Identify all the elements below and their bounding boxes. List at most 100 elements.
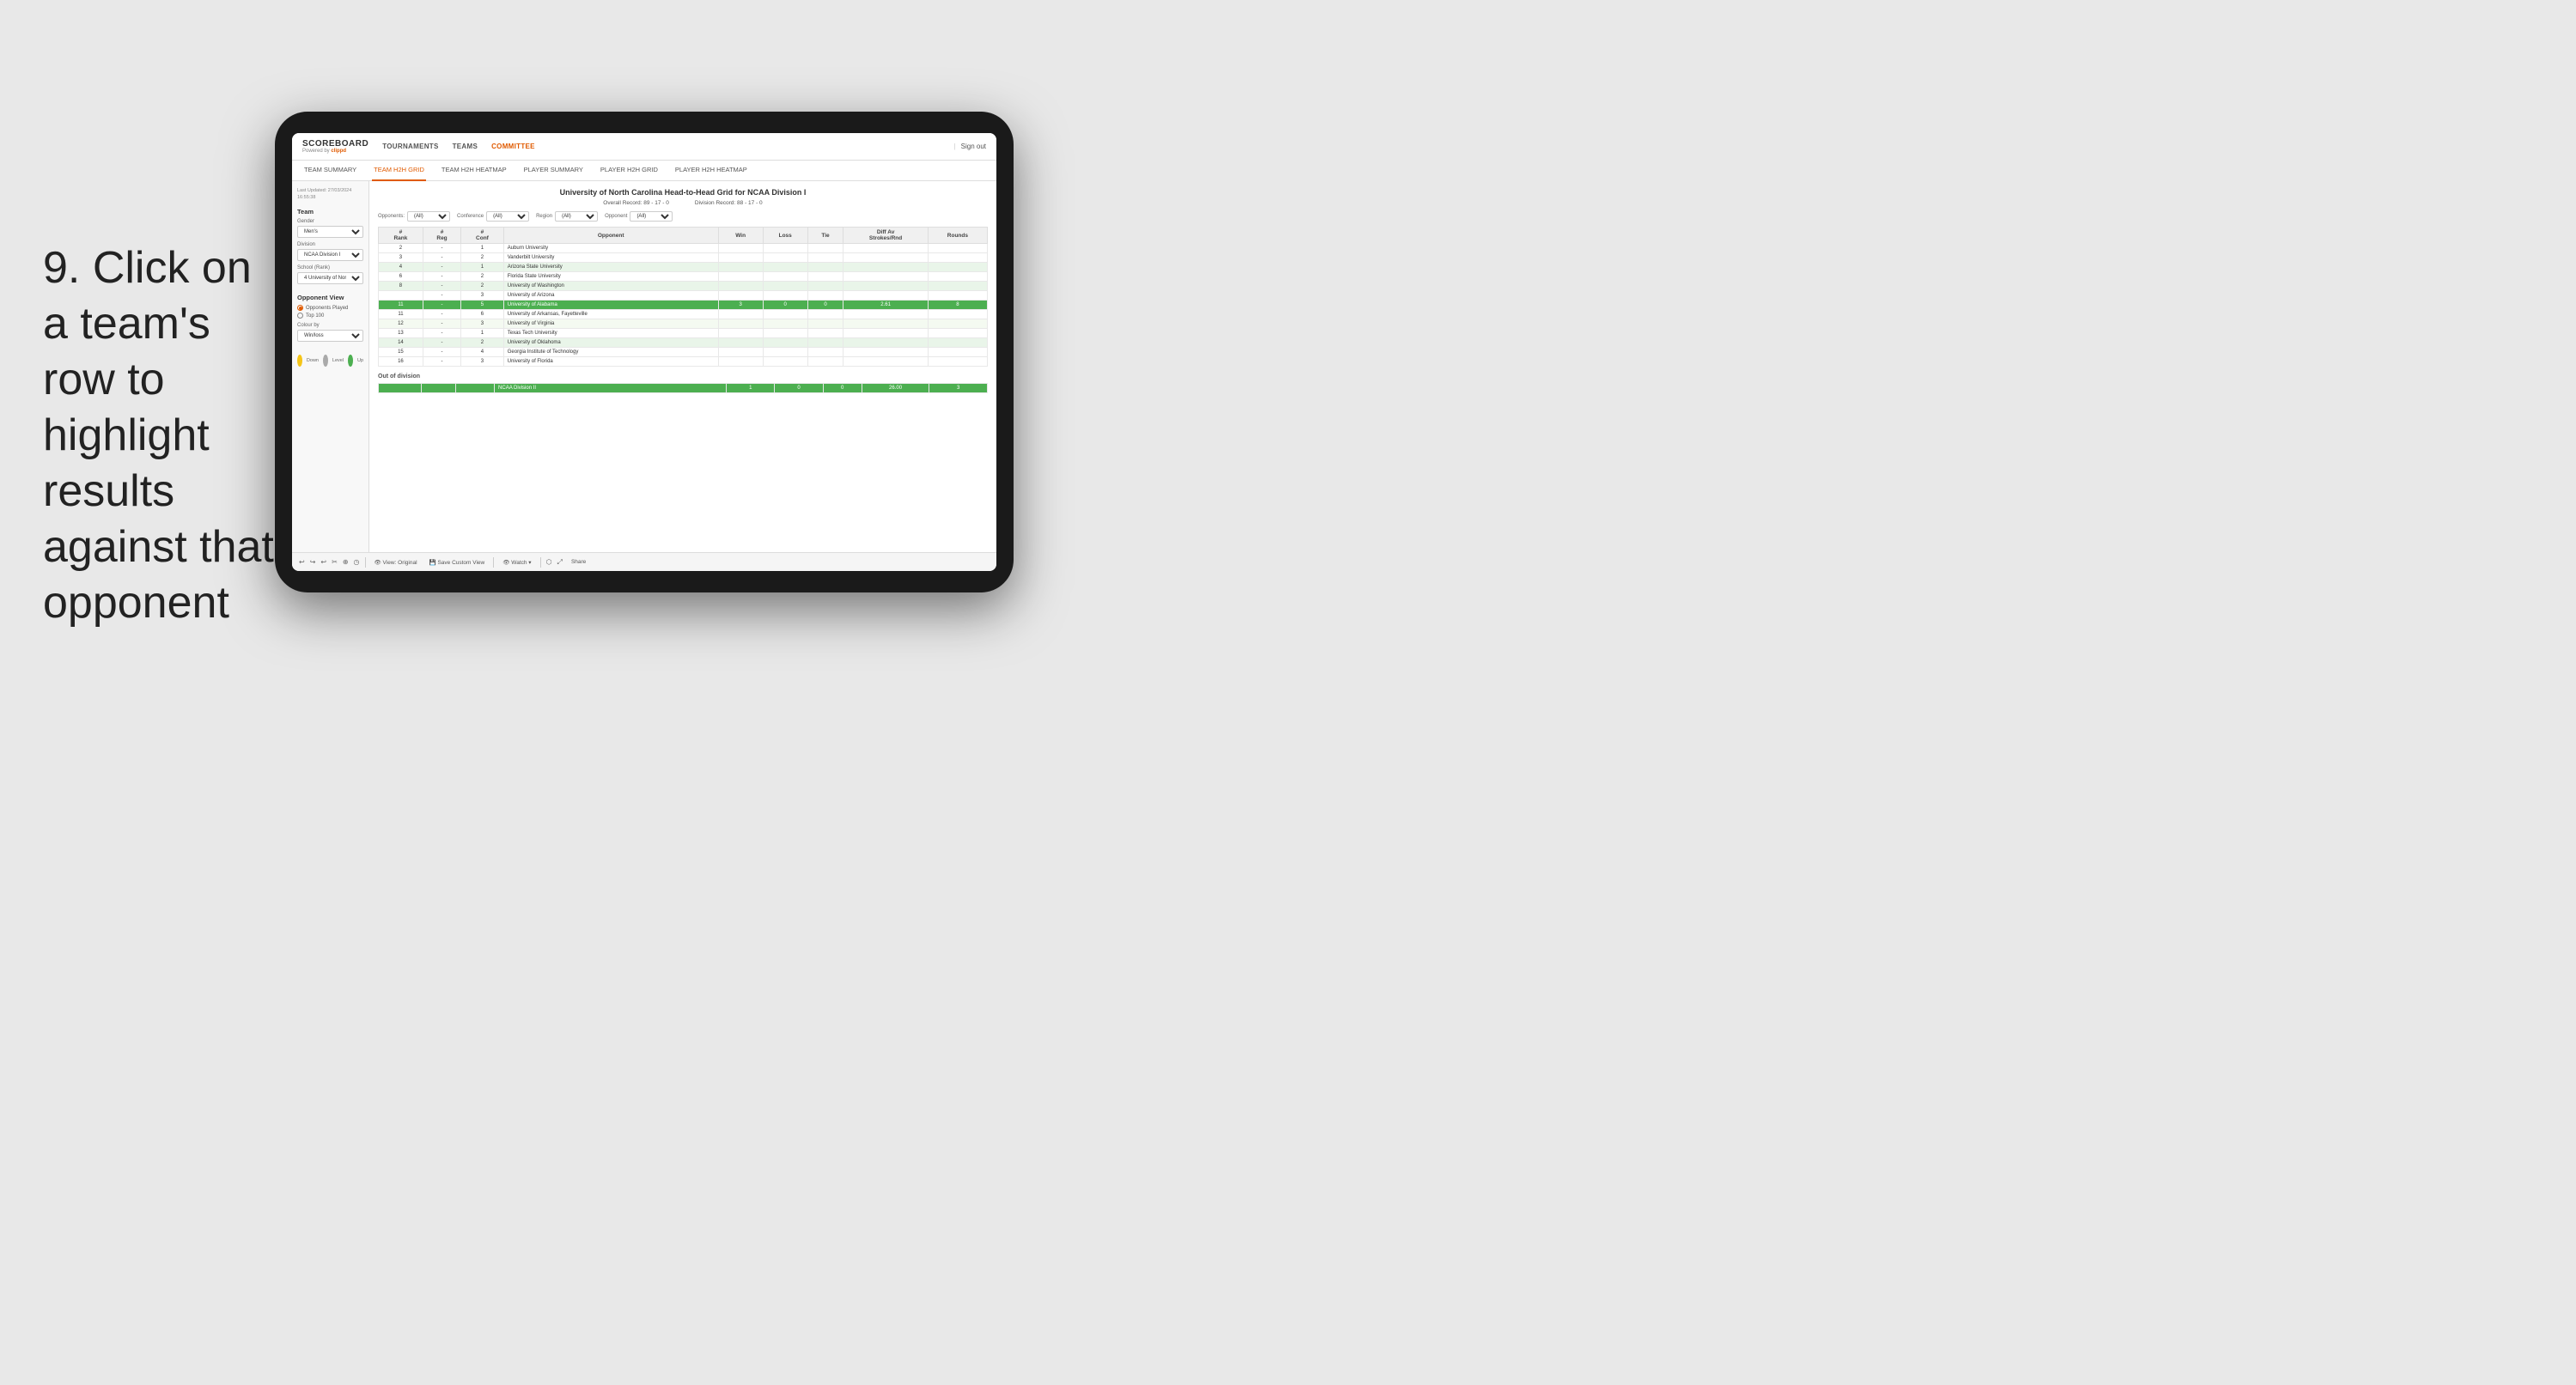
sidebar: Last Updated: 27/03/2024 16:55:38 Team G…	[292, 181, 369, 552]
ood-conf	[456, 384, 495, 393]
conference-filter-label: Conference	[457, 214, 484, 219]
conference-filter-select[interactable]: (All)	[486, 211, 529, 222]
table-row[interactable]: 3-2Vanderbilt University	[379, 253, 988, 263]
table-row[interactable]: 11-6University of Arkansas, Fayetteville	[379, 310, 988, 319]
table-header: #Rank #Reg #Conf Opponent Win Loss Tie D…	[379, 228, 988, 244]
last-updated: Last Updated: 27/03/2024 16:55:38	[297, 188, 363, 201]
bottom-toolbar: ↩ ↪ ↩ ✂ ⊕ ◷ 👁 View: Original 💾 Save Cust…	[292, 552, 996, 571]
table-row[interactable]: 4-1Arizona State University	[379, 263, 988, 272]
out-of-division-title: Out of division	[378, 374, 988, 380]
instruction-body: Click on a team's row to highlight resul…	[43, 243, 274, 628]
legend-down-label: Down	[307, 358, 319, 363]
division-select[interactable]: NCAA Division I	[297, 249, 363, 261]
ood-tie: 0	[823, 384, 862, 393]
team-section-title: Team	[297, 208, 363, 216]
filters-row: Opponents: (All) Conference (All) Region	[378, 211, 988, 222]
top-nav: SCOREBOARD Powered by clippd TOURNAMENTS…	[292, 133, 996, 161]
legend-area: Down Level Up	[297, 355, 363, 367]
table-row[interactable]: 14-2University of Oklahoma	[379, 338, 988, 348]
col-header-rounds: Rounds	[928, 228, 987, 244]
opponent-filter-label: Opponent	[605, 214, 627, 219]
toolbar-sep-3	[540, 557, 541, 568]
undo2-icon[interactable]: ↩	[320, 558, 326, 566]
table-row[interactable]: -3University of Arizona	[379, 291, 988, 301]
gender-select[interactable]: Men's	[297, 226, 363, 238]
out-of-division-table: NCAA Division II 1 0 0 26.00 3	[378, 383, 988, 393]
colour-by-label: Colour by	[297, 323, 363, 328]
sub-nav-player-h2h-grid[interactable]: PLAYER H2H GRID	[599, 161, 660, 181]
nav-committee[interactable]: COMMITTEE	[491, 143, 535, 150]
legend-level-label: Level	[332, 358, 344, 363]
table-row[interactable]: 12-3University of Virginia	[379, 319, 988, 329]
radio-top100-dot	[297, 313, 303, 319]
main-content: Last Updated: 27/03/2024 16:55:38 Team G…	[292, 181, 996, 552]
opponent-filter-select[interactable]: (All)	[630, 211, 673, 222]
instruction-text: 9. Click on a team's row to highlight re…	[43, 240, 283, 631]
logo-area: SCOREBOARD Powered by clippd	[302, 140, 368, 154]
col-header-win: Win	[718, 228, 763, 244]
ood-rounds: 3	[929, 384, 988, 393]
col-header-opponent: Opponent	[503, 228, 718, 244]
h2h-table: #Rank #Reg #Conf Opponent Win Loss Tie D…	[378, 227, 988, 367]
share-btn[interactable]: Share	[568, 557, 589, 567]
ood-reg	[421, 384, 456, 393]
sub-nav-team-h2h-grid[interactable]: TEAM H2H GRID	[372, 161, 426, 181]
ood-win: 1	[727, 384, 775, 393]
school-select[interactable]: 4 University of Nort...	[297, 272, 363, 284]
division-record: Division Record: 88 - 17 - 0	[695, 200, 763, 206]
nav-tournaments[interactable]: TOURNAMENTS	[382, 143, 438, 150]
school-label: School (Rank)	[297, 265, 363, 270]
out-of-division-row[interactable]: NCAA Division II 1 0 0 26.00 3	[379, 384, 988, 393]
sub-nav-team-h2h-heatmap[interactable]: TEAM H2H HEATMAP	[440, 161, 509, 181]
col-header-tie: Tie	[807, 228, 843, 244]
opponents-filter-label: Opponents:	[378, 214, 405, 219]
table-row[interactable]: 6-2Florida State University	[379, 272, 988, 282]
ood-rank	[379, 384, 422, 393]
colour-by-select[interactable]: Win/loss	[297, 330, 363, 342]
filter-conference: Conference (All)	[457, 211, 529, 222]
sub-nav-team-summary[interactable]: TEAM SUMMARY	[302, 161, 358, 181]
cut-icon[interactable]: ✂	[332, 558, 338, 566]
layout-icon[interactable]: ⬡	[546, 558, 552, 566]
nav-items: TOURNAMENTS TEAMS COMMITTEE	[382, 143, 953, 150]
table-row[interactable]: 11-5University of Alabama3002.618	[379, 301, 988, 310]
h2h-table-body: 2-1Auburn University3-2Vanderbilt Univer…	[379, 244, 988, 367]
table-row[interactable]: 15-4Georgia Institute of Technology	[379, 348, 988, 357]
opponents-filter-select[interactable]: (All)	[407, 211, 450, 222]
clock-icon[interactable]: ◷	[354, 558, 360, 566]
save-custom-view-btn[interactable]: 💾 Save Custom View	[426, 557, 489, 568]
sub-nav-player-h2h-heatmap[interactable]: PLAYER H2H HEATMAP	[673, 161, 749, 181]
table-row[interactable]: 16-3University of Florida	[379, 357, 988, 367]
legend-up-label: Up	[357, 358, 363, 363]
toolbar-sep-2	[493, 557, 494, 568]
col-header-rank: #Rank	[379, 228, 423, 244]
redo-icon[interactable]: ↪	[310, 558, 316, 566]
col-header-diff: Diff AvStrokes/Rnd	[843, 228, 928, 244]
table-row[interactable]: 8-2University of Washington	[379, 282, 988, 291]
col-header-loss: Loss	[763, 228, 807, 244]
opponent-view-group: Opponents Played Top 100	[297, 305, 363, 319]
table-row[interactable]: 13-1Texas Tech University	[379, 329, 988, 338]
sub-nav-player-summary[interactable]: PLAYER SUMMARY	[522, 161, 585, 181]
view-original-btn[interactable]: 👁 View: Original	[371, 557, 421, 568]
expand-icon[interactable]: ⤢	[557, 558, 563, 567]
sign-out-button[interactable]: Sign out	[961, 143, 986, 150]
filter-opponents: Opponents: (All)	[378, 211, 450, 222]
legend-level-dot	[323, 355, 328, 367]
region-filter-select[interactable]: (All)	[555, 211, 598, 222]
device-frame: SCOREBOARD Powered by clippd TOURNAMENTS…	[275, 112, 1014, 592]
undo-icon[interactable]: ↩	[299, 558, 305, 566]
radio-opponents-played[interactable]: Opponents Played	[297, 305, 363, 311]
add-icon[interactable]: ⊕	[343, 558, 349, 566]
opponent-view-title: Opponent View	[297, 294, 363, 301]
toolbar-sep-1	[365, 557, 366, 568]
radio-top100[interactable]: Top 100	[297, 313, 363, 319]
table-row[interactable]: 2-1Auburn University	[379, 244, 988, 253]
logo-scoreboard: SCOREBOARD	[302, 140, 368, 149]
gender-label: Gender	[297, 219, 363, 224]
nav-teams[interactable]: TEAMS	[453, 143, 478, 150]
filter-region: Region (All)	[536, 211, 598, 222]
ood-diff: 26.00	[862, 384, 929, 393]
watch-btn[interactable]: 👁 Watch ▾	[499, 557, 534, 568]
logo-sub: Powered by clippd	[302, 149, 368, 154]
